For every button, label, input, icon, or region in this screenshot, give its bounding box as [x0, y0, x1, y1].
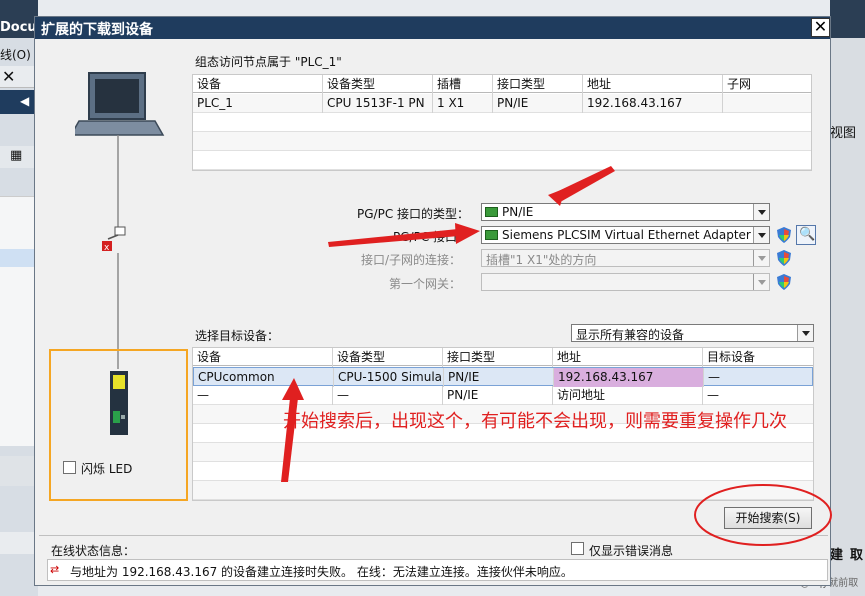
red-arrow-icon: [548, 166, 615, 206]
annotation-overlay: [281, 166, 832, 546]
red-arrow-icon: [328, 223, 480, 247]
annotation-note: 开始搜索后，出现这个，有可能不会出现，则需要重复操作几次: [283, 411, 787, 432]
red-highlight-ellipse: [694, 484, 832, 546]
